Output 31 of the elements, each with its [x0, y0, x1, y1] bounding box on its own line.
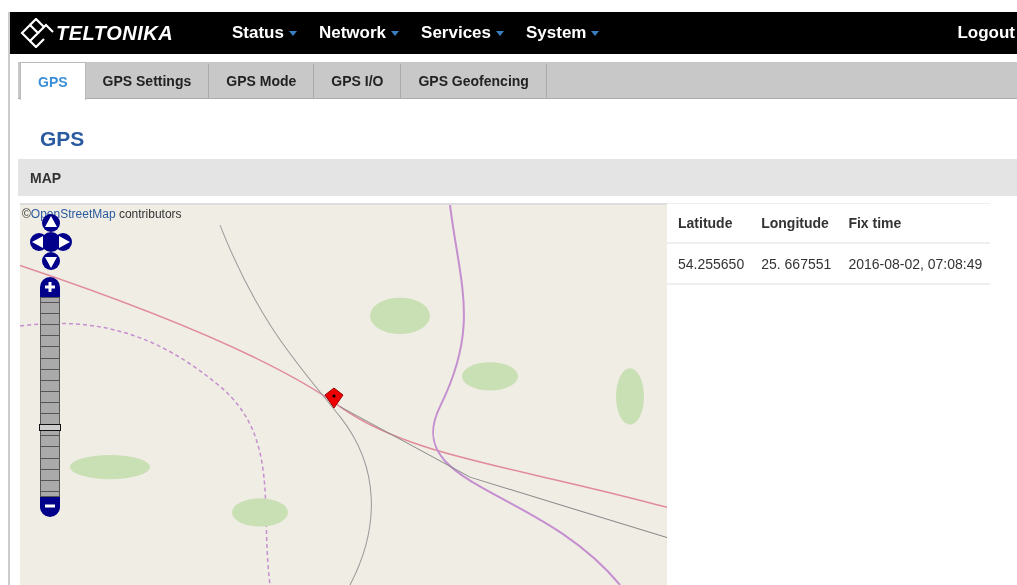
brand-logo-text[interactable]: TELTONIKA	[56, 21, 174, 45]
caret-icon	[496, 30, 504, 36]
column-header: Fix time	[837, 203, 990, 243]
zoom-in-icon[interactable]	[40, 277, 60, 297]
diamond-logo-icon	[20, 18, 54, 48]
nav-menu-item[interactable]: Network	[318, 23, 400, 43]
table-cell: 54.255650	[667, 243, 751, 284]
tab[interactable]: GPS I/O	[314, 64, 402, 98]
nav-menu-item[interactable]: Status	[232, 23, 297, 43]
nav-menu-item[interactable]: System	[526, 23, 600, 43]
logout-link[interactable]: Logout	[957, 23, 1015, 43]
map-view[interactable]: ©OpenStreetMap contributors	[20, 203, 667, 585]
location-marker-icon	[324, 387, 344, 409]
nav-menu-item[interactable]: Services	[421, 23, 504, 43]
zoom-slider-handle[interactable]	[39, 423, 61, 431]
section-title: MAP	[30, 169, 62, 186]
caret-icon	[591, 30, 600, 36]
map-attribution: ©OpenStreetMap contributors	[22, 207, 182, 221]
table-cell: 2016-08-02, 07:08:49	[837, 243, 990, 284]
caret-icon	[288, 30, 297, 36]
openstreetmap-link[interactable]: OpenStreetMap	[30, 207, 116, 221]
caret-icon	[391, 30, 400, 36]
column-header: Latitude	[667, 203, 751, 243]
page-title: GPS	[40, 127, 86, 151]
zoom-out-icon[interactable]	[40, 497, 60, 517]
column-header: Longitude	[750, 203, 838, 243]
tab[interactable]: GPS Geofencing	[401, 64, 547, 98]
zoom-slider[interactable]	[40, 297, 60, 497]
tab[interactable]: GPS Settings	[85, 64, 210, 98]
tab[interactable]: GPS Mode	[209, 64, 315, 98]
table-cell: 25. 667551	[750, 243, 838, 284]
